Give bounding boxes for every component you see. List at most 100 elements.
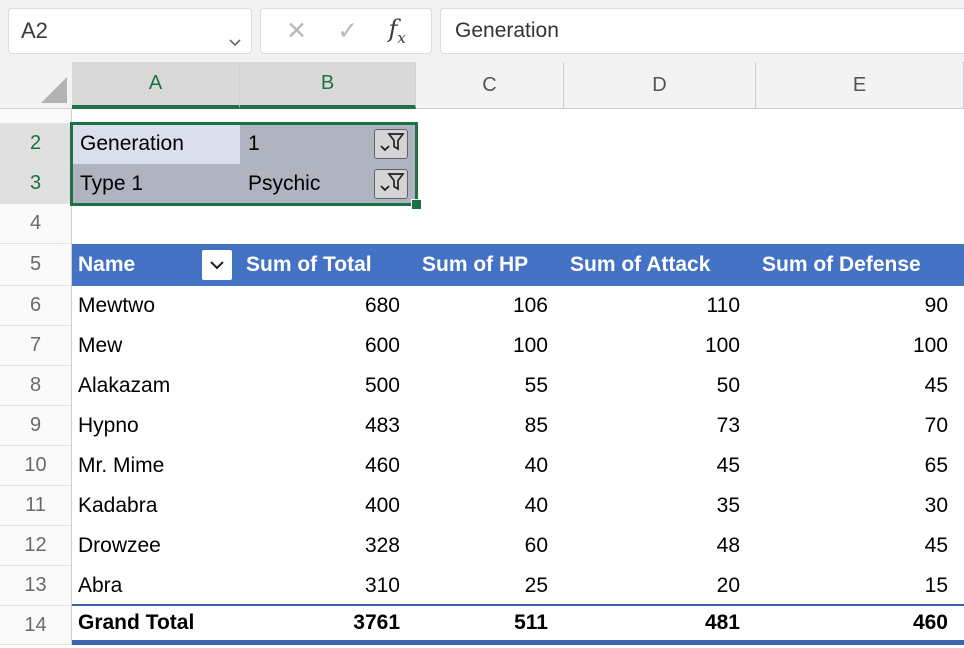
value-cell[interactable]: 65 — [756, 446, 964, 486]
table-row: Abra310252015 — [72, 566, 964, 606]
value-cell[interactable]: 45 — [564, 446, 756, 486]
pokemon-name-cell[interactable]: Abra — [72, 566, 240, 606]
table-row: Drowzee328604845 — [72, 526, 964, 566]
value-cell[interactable]: 500 — [240, 366, 416, 406]
column-header-a[interactable]: A — [72, 62, 240, 109]
cell-a3-filter-label[interactable]: Type 1 — [72, 164, 240, 204]
value-cell[interactable]: 106 — [416, 286, 564, 326]
grand-total-total[interactable]: 3761 — [240, 606, 416, 640]
value-cell[interactable]: 60 — [416, 526, 564, 566]
row-header-10[interactable]: 10 — [0, 446, 71, 486]
value-cell[interactable]: 85 — [416, 406, 564, 446]
value-cell[interactable]: 73 — [564, 406, 756, 446]
cell-b2-filter-value[interactable]: 1 — [240, 124, 416, 164]
grand-total-defense[interactable]: 460 — [756, 606, 964, 640]
value-cell[interactable]: 110 — [564, 286, 756, 326]
row-header-4[interactable]: 4 — [0, 204, 71, 244]
name-box[interactable]: A2 — [8, 8, 252, 54]
value-cell[interactable]: 70 — [756, 406, 964, 446]
pokemon-name-cell[interactable]: Mr. Mime — [72, 446, 240, 486]
grand-total-label[interactable]: Grand Total — [72, 606, 240, 640]
pivot-header-row: Name Sum of Total Sum of HP Sum of Attac… — [72, 244, 964, 286]
value-cell[interactable]: 600 — [240, 326, 416, 366]
value-cell[interactable]: 45 — [756, 526, 964, 566]
name-filter-dropdown[interactable] — [202, 250, 232, 280]
row-header-6[interactable]: 6 — [0, 286, 71, 326]
select-all-corner[interactable] — [0, 62, 72, 109]
pokemon-name-cell[interactable]: Drowzee — [72, 526, 240, 566]
cell-b3-filter-value[interactable]: Psychic — [240, 164, 416, 204]
cancel-icon[interactable]: ✕ — [286, 19, 307, 44]
type1-filter-button[interactable] — [374, 169, 408, 199]
row-header-9[interactable]: 9 — [0, 406, 71, 446]
value-cell[interactable]: 400 — [240, 486, 416, 526]
generation-filter-button[interactable] — [374, 129, 408, 159]
pokemon-name-cell[interactable]: Kadabra — [72, 486, 240, 526]
fill-handle[interactable] — [411, 199, 422, 210]
value-cell[interactable]: 40 — [416, 446, 564, 486]
value-cell[interactable]: 680 — [240, 286, 416, 326]
value-cell[interactable]: 45 — [756, 366, 964, 406]
header-name[interactable]: Name — [72, 244, 240, 286]
row-header-8[interactable]: 8 — [0, 366, 71, 406]
column-header-d[interactable]: D — [564, 62, 756, 109]
value-cell[interactable]: 55 — [416, 366, 564, 406]
row-header-12[interactable]: 12 — [0, 526, 71, 566]
grand-total-hp[interactable]: 511 — [416, 606, 564, 640]
row-header-7[interactable]: 7 — [0, 326, 71, 366]
column-header-c[interactable]: C — [416, 62, 564, 109]
value-cell[interactable]: 50 — [564, 366, 756, 406]
chevron-down-icon — [381, 186, 389, 190]
formula-bar-input[interactable]: Generation — [440, 8, 964, 54]
value-cell[interactable]: 90 — [756, 286, 964, 326]
header-sum-of-hp[interactable]: Sum of HP — [416, 244, 564, 286]
pokemon-name-cell[interactable]: Mew — [72, 326, 240, 366]
value-cell[interactable]: 15 — [756, 566, 964, 606]
row-header-13[interactable]: 13 — [0, 566, 71, 606]
header-sum-of-defense[interactable]: Sum of Defense — [756, 244, 964, 286]
row-header-3[interactable]: 3 — [0, 164, 71, 204]
chevron-down-icon — [381, 146, 389, 150]
table-row: Hypno483857370 — [72, 406, 964, 446]
column-header-e[interactable]: E — [756, 62, 964, 109]
value-cell[interactable]: 328 — [240, 526, 416, 566]
value-cell[interactable]: 25 — [416, 566, 564, 606]
name-box-chevron-icon[interactable] — [229, 27, 241, 53]
pokemon-name-cell[interactable]: Hypno — [72, 406, 240, 446]
value-cell[interactable]: 100 — [756, 326, 964, 366]
chevron-down-icon — [209, 260, 225, 270]
insert-function-icon[interactable]: fx — [388, 15, 405, 47]
select-all-triangle-icon — [41, 77, 67, 103]
row-header-1[interactable]: 1 — [0, 109, 71, 124]
grand-total-row[interactable]: Grand Total 3761 511 481 460 — [72, 604, 964, 645]
table-row: Alakazam500555045 — [72, 366, 964, 406]
table-row: Mew600100100100 — [72, 326, 964, 366]
row-header-14[interactable]: 14 — [0, 606, 71, 645]
row-header-5[interactable]: 5 — [0, 244, 71, 286]
value-cell[interactable]: 30 — [756, 486, 964, 526]
value-cell[interactable]: 35 — [564, 486, 756, 526]
table-row: Mr. Mime460404565 — [72, 446, 964, 486]
header-sum-of-total[interactable]: Sum of Total — [240, 244, 416, 286]
table-row: Kadabra400403530 — [72, 486, 964, 526]
value-cell[interactable]: 483 — [240, 406, 416, 446]
column-header-row: ABCDE — [0, 62, 964, 109]
confirm-icon[interactable]: ✓ — [337, 19, 358, 44]
value-cell[interactable]: 100 — [416, 326, 564, 366]
row-header-2[interactable]: 2 — [0, 124, 71, 164]
value-cell[interactable]: 48 — [564, 526, 756, 566]
table-row: Mewtwo68010611090 — [72, 286, 964, 326]
value-cell[interactable]: 20 — [564, 566, 756, 606]
column-header-b[interactable]: B — [240, 62, 416, 109]
pokemon-name-cell[interactable]: Mewtwo — [72, 286, 240, 326]
formula-text: Generation — [455, 19, 559, 43]
cell-a2-filter-label[interactable]: Generation — [72, 124, 240, 164]
value-cell[interactable]: 460 — [240, 446, 416, 486]
value-cell[interactable]: 100 — [564, 326, 756, 366]
value-cell[interactable]: 40 — [416, 486, 564, 526]
grand-total-attack[interactable]: 481 — [564, 606, 756, 640]
row-header-11[interactable]: 11 — [0, 486, 71, 526]
value-cell[interactable]: 310 — [240, 566, 416, 606]
pokemon-name-cell[interactable]: Alakazam — [72, 366, 240, 406]
header-sum-of-attack[interactable]: Sum of Attack — [564, 244, 756, 286]
